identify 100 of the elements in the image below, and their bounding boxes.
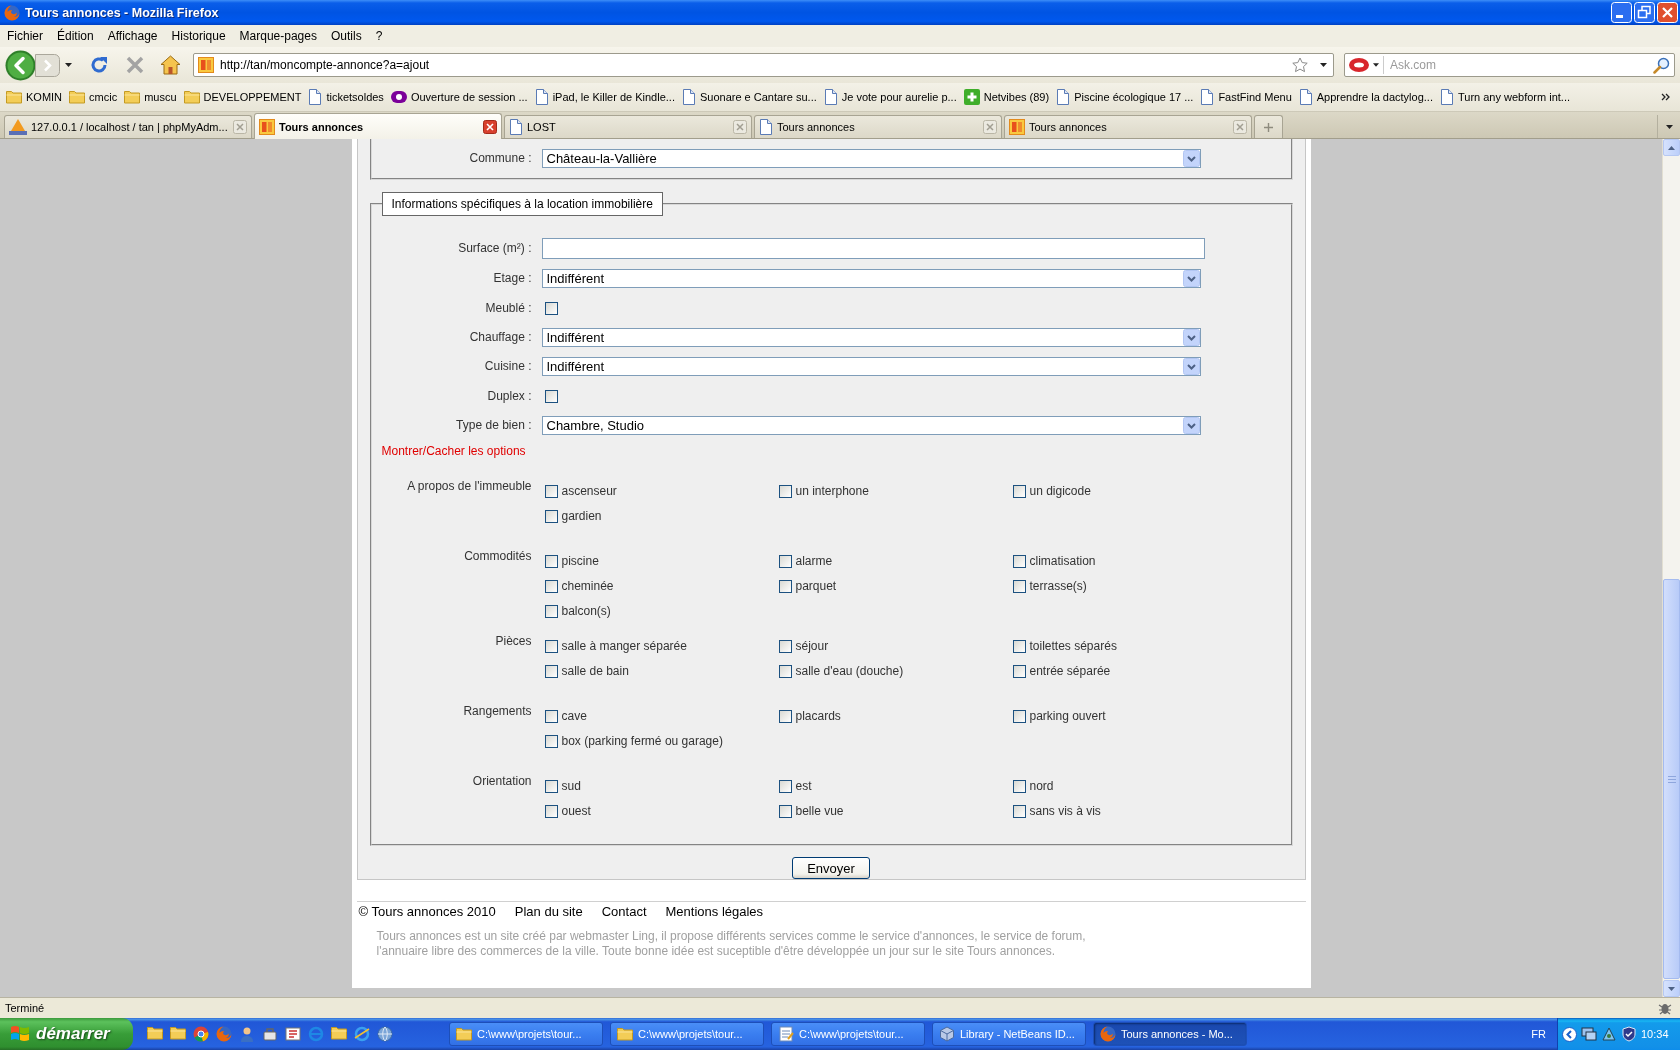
bookmark-item[interactable]: iPad, le Killer de Kindle... <box>531 87 678 107</box>
checkbox-label[interactable]: ouest <box>561 804 591 819</box>
checkbox-label[interactable]: balcon(s) <box>561 604 611 619</box>
bookmark-item[interactable]: FastFind Menu <box>1197 87 1295 107</box>
person-icon[interactable] <box>239 1026 255 1042</box>
tab[interactable]: Tours annonces <box>754 115 1002 138</box>
plus-icon[interactable] <box>1264 122 1273 132</box>
checkbox[interactable] <box>1012 710 1026 723</box>
checkbox[interactable] <box>1012 780 1026 793</box>
chevron-icon[interactable] <box>1562 1026 1577 1042</box>
checkbox-label[interactable]: salle d'eau (douche) <box>795 664 904 679</box>
taskbar-button[interactable]: Tours annonces - Mo... <box>1093 1022 1247 1046</box>
checkbox-label[interactable]: belle vue <box>795 804 844 819</box>
folder-icon[interactable] <box>170 1026 186 1040</box>
reload-icon[interactable] <box>89 55 109 75</box>
checkbox[interactable] <box>778 580 792 593</box>
star-icon[interactable] <box>1292 57 1308 73</box>
scroll-down-button[interactable] <box>1663 980 1680 997</box>
bookmark-item[interactable]: Turn any webform int... <box>1436 87 1574 107</box>
bookmark-item[interactable]: Apprendre la dactylog... <box>1295 87 1436 107</box>
new-tab-button[interactable] <box>1254 115 1283 138</box>
close-icon[interactable] <box>483 119 497 134</box>
tab[interactable]: Tours annonces <box>1004 115 1252 138</box>
toggle-options-link[interactable]: Montrer/Cacher les options <box>381 444 526 458</box>
footer-link[interactable]: Plan du site <box>514 904 583 920</box>
chevron-icon[interactable] <box>1661 93 1670 101</box>
globe-icon[interactable] <box>377 1026 393 1042</box>
checkbox-label[interactable]: séjour <box>795 639 829 654</box>
checkbox-label[interactable]: sud <box>561 779 581 794</box>
checkbox-label[interactable]: terrasse(s) <box>1029 579 1087 594</box>
checkbox[interactable] <box>544 555 558 568</box>
scroll-up-button[interactable] <box>1663 139 1680 156</box>
caret-icon[interactable] <box>1665 124 1673 129</box>
menu-item[interactable]: Édition <box>50 27 101 45</box>
taskbar-button[interactable]: C:\www\projets\tour... <box>449 1022 603 1046</box>
checkbox-label[interactable]: est <box>795 779 812 794</box>
checkbox-label[interactable]: placards <box>795 709 841 724</box>
minimize-icon[interactable] <box>1611 2 1632 23</box>
triangle-icon[interactable] <box>1601 1026 1617 1042</box>
checkbox-label[interactable]: parking ouvert <box>1029 709 1106 724</box>
caret-icon[interactable] <box>1373 63 1379 67</box>
checkbox[interactable] <box>1012 580 1026 593</box>
checkbox[interactable] <box>544 710 558 723</box>
checkbox[interactable] <box>544 665 558 678</box>
checkbox-label[interactable]: un digicode <box>1029 484 1091 499</box>
address-field[interactable]: http://tan/moncompte-annonce?a=ajout <box>193 53 1334 77</box>
bookmark-item[interactable]: muscu <box>121 87 180 107</box>
checkbox[interactable] <box>778 485 792 498</box>
checkbox-label[interactable]: un interphone <box>795 484 869 499</box>
menu-item[interactable]: Fichier <box>0 27 50 45</box>
caret-icon[interactable] <box>65 63 72 67</box>
folder-icon[interactable] <box>147 1026 163 1040</box>
tab[interactable]: 127.0.0.1 / localhost / tan | phpMyAdm... <box>4 115 252 138</box>
browser-icon[interactable] <box>354 1026 370 1042</box>
checkbox[interactable] <box>544 389 558 403</box>
back-icon[interactable] <box>5 49 36 81</box>
checkbox[interactable] <box>1012 555 1026 568</box>
checkbox-label[interactable]: salle à manger séparée <box>561 639 687 654</box>
scrollbar-thumb[interactable] <box>1663 579 1680 979</box>
checkbox-label[interactable]: alarme <box>795 554 833 569</box>
bookmark-item[interactable]: DEVELOPPEMENT <box>180 87 305 107</box>
menu-item[interactable]: Historique <box>164 27 233 45</box>
bookmark-item[interactable]: Ouverture de session ... <box>387 87 531 107</box>
checkbox[interactable] <box>544 640 558 653</box>
checkbox[interactable] <box>778 710 792 723</box>
dropdown[interactable]: Indifférent <box>541 328 1201 347</box>
checkbox-label[interactable]: parquet <box>795 579 837 594</box>
checkbox-label[interactable]: gardien <box>561 509 602 524</box>
bookmark-item[interactable]: cmcic <box>66 87 121 107</box>
checkbox[interactable] <box>544 780 558 793</box>
document-icon[interactable] <box>285 1026 301 1042</box>
checkbox[interactable] <box>1012 485 1026 498</box>
search-icon[interactable] <box>1653 56 1670 74</box>
checkbox-label[interactable]: box (parking fermé ou garage) <box>561 734 723 749</box>
checkbox[interactable] <box>544 805 558 818</box>
checkbox-label[interactable]: salle de bain <box>561 664 629 679</box>
menu-item[interactable]: Marque-pages <box>232 27 324 45</box>
bookmark-item[interactable]: Suonare e Cantare su... <box>678 87 820 107</box>
checkbox[interactable] <box>544 510 558 523</box>
restore-icon[interactable] <box>1634 2 1655 23</box>
dropdown[interactable]: Indifférent <box>541 357 1201 376</box>
menu-item[interactable]: Outils <box>323 27 369 45</box>
checkbox-label[interactable]: toilettes séparés <box>1029 639 1117 654</box>
tab[interactable]: LOST <box>504 115 752 138</box>
checkbox[interactable] <box>778 665 792 678</box>
checkbox-label[interactable]: ascenseur <box>561 484 617 499</box>
checkbox[interactable] <box>544 735 558 748</box>
checkbox-label[interactable]: sans vis à vis <box>1029 804 1101 819</box>
caret-icon[interactable] <box>1320 63 1327 67</box>
taskbar-button[interactable]: Library - NetBeans ID... <box>932 1022 1086 1046</box>
checkbox[interactable] <box>778 780 792 793</box>
taskbar-button[interactable]: C:\www\projets\tour... <box>610 1022 764 1046</box>
windows-icon[interactable] <box>1581 1026 1597 1042</box>
submit-button[interactable]: Envoyer <box>792 857 870 879</box>
checkbox-label[interactable]: nord <box>1029 779 1054 794</box>
bookmark-item[interactable]: Netvibes (89) <box>960 87 1053 107</box>
checkbox[interactable] <box>778 640 792 653</box>
briefcase-icon[interactable] <box>262 1026 278 1042</box>
menu-item[interactable]: Affichage <box>100 27 165 45</box>
scrollbar[interactable] <box>1662 139 1680 997</box>
